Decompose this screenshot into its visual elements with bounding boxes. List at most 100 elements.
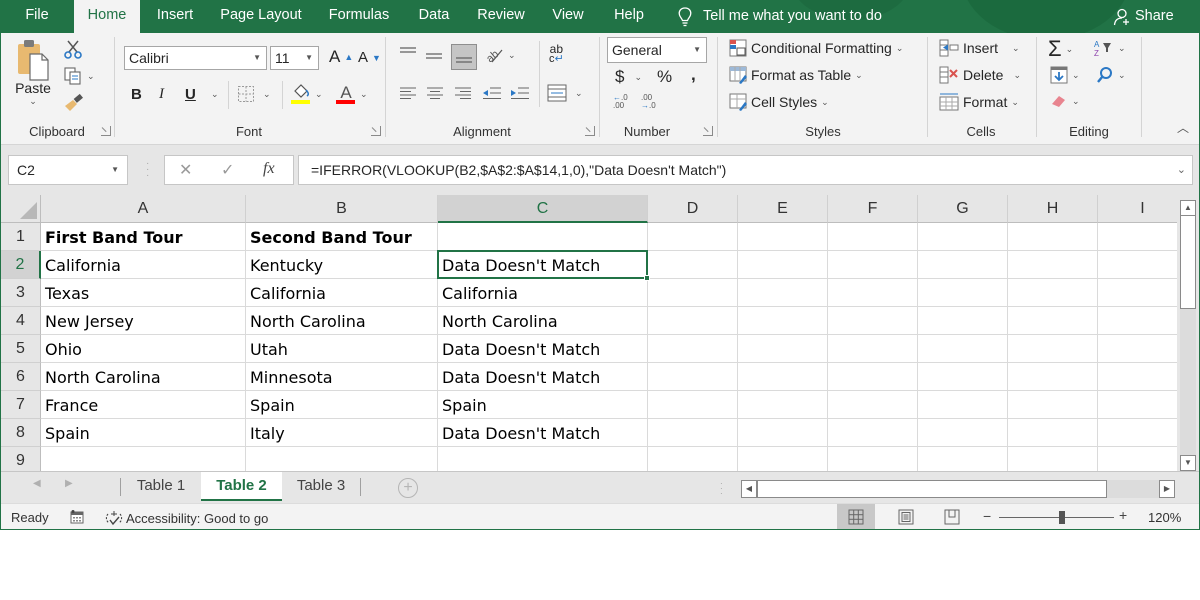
cell-c3[interactable]: California (438, 279, 648, 307)
alignment-launcher-icon[interactable] (585, 126, 595, 136)
cell-i2[interactable] (1098, 251, 1177, 279)
vertical-scrollbar[interactable]: ▲ ▼ (1177, 195, 1199, 471)
column-header-b[interactable]: B (246, 195, 438, 223)
chevron-down-icon[interactable]: ⌄ (211, 89, 219, 100)
tell-me-search[interactable]: Tell me what you want to do (677, 0, 882, 33)
cell-b6[interactable]: Minnesota (246, 363, 438, 391)
sort-filter-button[interactable]: AZ ⌄ (1094, 39, 1126, 57)
cell-e2[interactable] (738, 251, 828, 279)
scroll-left-button[interactable]: ◀ (741, 480, 757, 498)
cell-g9[interactable] (918, 447, 1008, 471)
cell-h6[interactable] (1008, 363, 1098, 391)
cell-d3[interactable] (648, 279, 738, 307)
cell-f1[interactable] (828, 223, 918, 251)
cell-e9[interactable] (738, 447, 828, 471)
sheet-tab-table-2[interactable]: Table 2 (201, 472, 282, 501)
tab-split-handle[interactable]: · · · (720, 480, 723, 498)
align-left-button[interactable] (399, 86, 417, 100)
comma-style-button[interactable]: , (691, 65, 696, 85)
format-as-table-button[interactable]: Format as Table ⌄ (729, 66, 863, 84)
cell-f6[interactable] (828, 363, 918, 391)
cell-f5[interactable] (828, 335, 918, 363)
cell-g7[interactable] (918, 391, 1008, 419)
cell-i6[interactable] (1098, 363, 1177, 391)
cell-c9[interactable] (438, 447, 648, 471)
row-header-9[interactable]: 9 (1, 447, 41, 471)
cell-styles-button[interactable]: Cell Styles ⌄ (729, 93, 829, 111)
cell-b9[interactable] (246, 447, 438, 471)
cell-b1[interactable]: Second Band Tour (246, 223, 438, 251)
row-header-4[interactable]: 4 (1, 307, 41, 335)
wrap-text-button[interactable]: ab c↵ (549, 43, 564, 65)
zoom-level[interactable]: 120% (1148, 510, 1181, 525)
cell-h4[interactable] (1008, 307, 1098, 335)
normal-view-button[interactable] (837, 504, 875, 529)
resize-handle[interactable]: · · · (146, 159, 149, 181)
orientation-button[interactable]: ab ⌄ (484, 46, 515, 64)
cell-i3[interactable] (1098, 279, 1177, 307)
cell-b4[interactable]: North Carolina (246, 307, 438, 335)
tab-review[interactable]: Review (471, 0, 531, 33)
increase-indent-button[interactable] (510, 86, 530, 100)
cell-i9[interactable] (1098, 447, 1177, 471)
cell-h2[interactable] (1008, 251, 1098, 279)
next-sheet-icon[interactable]: ▶ (65, 478, 73, 489)
cell-e3[interactable] (738, 279, 828, 307)
row-header-6[interactable]: 6 (1, 363, 41, 391)
cell-d8[interactable] (648, 419, 738, 447)
cell-e1[interactable] (738, 223, 828, 251)
collapse-ribbon-button[interactable]: ︿ (1177, 119, 1189, 136)
cell-f4[interactable] (828, 307, 918, 335)
cell-b7[interactable]: Spain (246, 391, 438, 419)
cell-d7[interactable] (648, 391, 738, 419)
format-painter-button[interactable] (63, 92, 85, 112)
horizontal-scrollbar[interactable]: ◀ ▶ (741, 480, 1175, 498)
cell-a5[interactable]: Ohio (41, 335, 246, 363)
sheet-tab-table-1[interactable]: Table 1 (121, 472, 201, 501)
autosum-button[interactable]: Σ ⌄ (1048, 36, 1073, 62)
cell-a1[interactable]: First Band Tour (41, 223, 246, 251)
cell-e8[interactable] (738, 419, 828, 447)
cell-d4[interactable] (648, 307, 738, 335)
cell-g4[interactable] (918, 307, 1008, 335)
sheet-tab-table-3[interactable]: Table 3 (282, 472, 360, 501)
column-header-c[interactable]: C (438, 195, 648, 223)
cell-h8[interactable] (1008, 419, 1098, 447)
fill-color-button[interactable]: ⌄ (291, 83, 323, 105)
decrease-decimal-button[interactable]: .00 →.0 (641, 94, 661, 110)
cancel-icon[interactable]: ✕ (179, 160, 192, 180)
middle-align-button[interactable] (425, 49, 443, 63)
borders-button[interactable]: ⌄ (237, 85, 271, 103)
column-header-d[interactable]: D (648, 195, 738, 223)
cell-c8[interactable]: Data Doesn't Match (438, 419, 648, 447)
underline-button[interactable]: U (185, 86, 196, 103)
delete-cells-button[interactable]: Delete ⌄ (939, 66, 1021, 84)
number-format-dropdown[interactable]: General ▼ (607, 37, 707, 63)
cell-a9[interactable] (41, 447, 246, 471)
cell-a4[interactable]: New Jersey (41, 307, 246, 335)
align-center-button[interactable] (426, 86, 444, 100)
clear-button[interactable]: ⌄ (1050, 93, 1080, 109)
select-all-button[interactable] (1, 195, 41, 223)
cell-a8[interactable]: Spain (41, 419, 246, 447)
tab-home[interactable]: Home (74, 0, 140, 33)
zoom-slider-thumb[interactable] (1059, 511, 1066, 524)
cell-i1[interactable] (1098, 223, 1177, 251)
cell-d1[interactable] (648, 223, 738, 251)
scroll-thumb[interactable] (757, 480, 1107, 498)
tab-view[interactable]: View (544, 0, 592, 33)
row-header-1[interactable]: 1 (1, 223, 41, 251)
cell-h3[interactable] (1008, 279, 1098, 307)
cell-d9[interactable] (648, 447, 738, 471)
bold-button[interactable]: B (131, 86, 142, 103)
top-align-button[interactable] (399, 46, 417, 60)
cell-g5[interactable] (918, 335, 1008, 363)
cell-i5[interactable] (1098, 335, 1177, 363)
cell-b5[interactable]: Utah (246, 335, 438, 363)
cell-c7[interactable]: Spain (438, 391, 648, 419)
zoom-slider[interactable] (999, 517, 1114, 518)
tab-formulas[interactable]: Formulas (321, 0, 397, 33)
increase-font-size-button[interactable]: A ▲ (329, 47, 353, 67)
tab-page-layout[interactable]: Page Layout (213, 0, 309, 33)
clipboard-launcher-icon[interactable] (101, 126, 111, 136)
